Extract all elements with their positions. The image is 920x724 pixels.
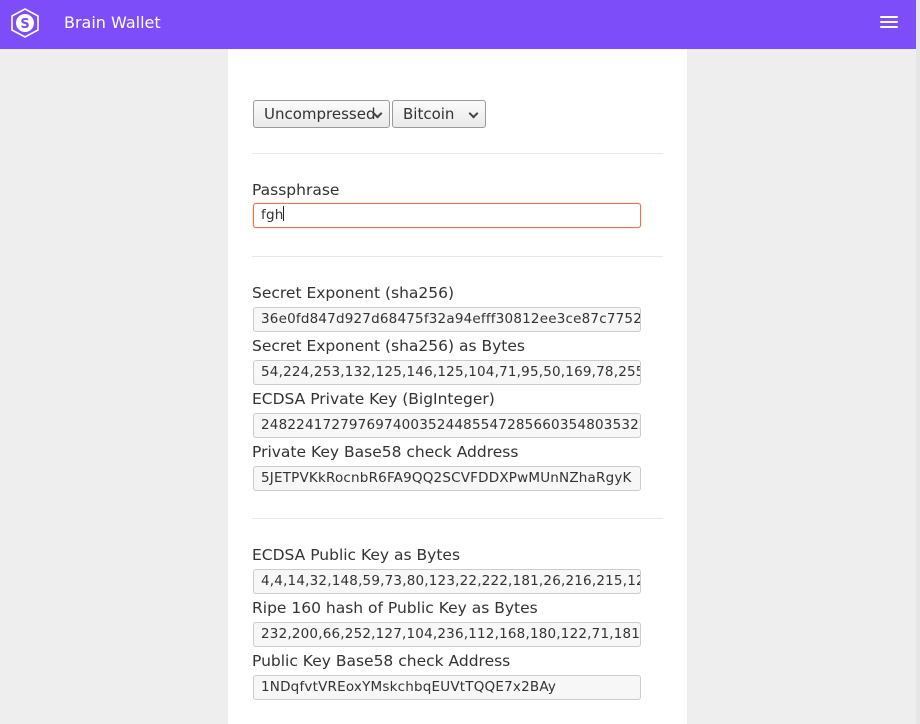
divider	[252, 153, 663, 154]
ripe-field[interactable]: 232,200,66,252,127,104,236,112,168,180,1…	[253, 622, 641, 647]
logo-icon[interactable]: S	[10, 8, 40, 38]
wallet-card: Uncompressed Bitcoin Passphrase fgh Secr…	[228, 49, 687, 724]
address-field[interactable]: 1NDqfvtVREoxYMskchbqEUVtTQQE7x2BAy	[253, 675, 641, 700]
hamburger-menu-icon[interactable]	[880, 16, 898, 30]
compression-select[interactable]: Uncompressed	[253, 100, 390, 128]
divider	[252, 256, 663, 257]
ripe-label: Ripe 160 hash of Public Key as Bytes	[252, 599, 538, 617]
wif-field[interactable]: 5JETPVKkRocnbR6FA9QQ2SCVFDDXPwMUnNZhaRgy…	[253, 466, 641, 491]
pubkey-bytes-field[interactable]: 4,4,14,32,148,59,73,80,123,22,222,181,26…	[253, 569, 641, 594]
top-navbar: S Brain Wallet	[0, 0, 916, 49]
passphrase-input[interactable]: fgh	[253, 203, 641, 228]
coin-select-value: Bitcoin	[403, 105, 455, 123]
chevron-down-icon	[468, 108, 479, 119]
wif-label: Private Key Base58 check Address	[252, 443, 519, 461]
compression-select-value: Uncompressed	[264, 105, 376, 123]
scrollbar[interactable]	[916, 0, 920, 724]
app-title[interactable]: Brain Wallet	[64, 14, 161, 32]
coin-select[interactable]: Bitcoin	[392, 100, 486, 128]
secret-bytes-label: Secret Exponent (sha256) as Bytes	[252, 337, 525, 355]
bigint-field[interactable]: 2482241727976974003524485547285660354803…	[253, 413, 641, 438]
logo-letter: S	[20, 17, 29, 32]
bigint-label: ECDSA Private Key (BigInteger)	[252, 390, 495, 408]
passphrase-label: Passphrase	[252, 181, 340, 199]
secret-exponent-field[interactable]: 36e0fd847d927d68475f32a94efff30812ee3ce8…	[253, 307, 641, 332]
secret-exponent-label: Secret Exponent (sha256)	[252, 284, 455, 302]
pubkey-bytes-label: ECDSA Public Key as Bytes	[252, 546, 461, 564]
text-caret	[283, 206, 285, 221]
divider	[252, 518, 663, 519]
address-label: Public Key Base58 check Address	[252, 652, 511, 670]
secret-bytes-field[interactable]: 54,224,253,132,125,146,125,104,71,95,50,…	[253, 360, 641, 385]
passphrase-value: fgh	[261, 207, 284, 223]
